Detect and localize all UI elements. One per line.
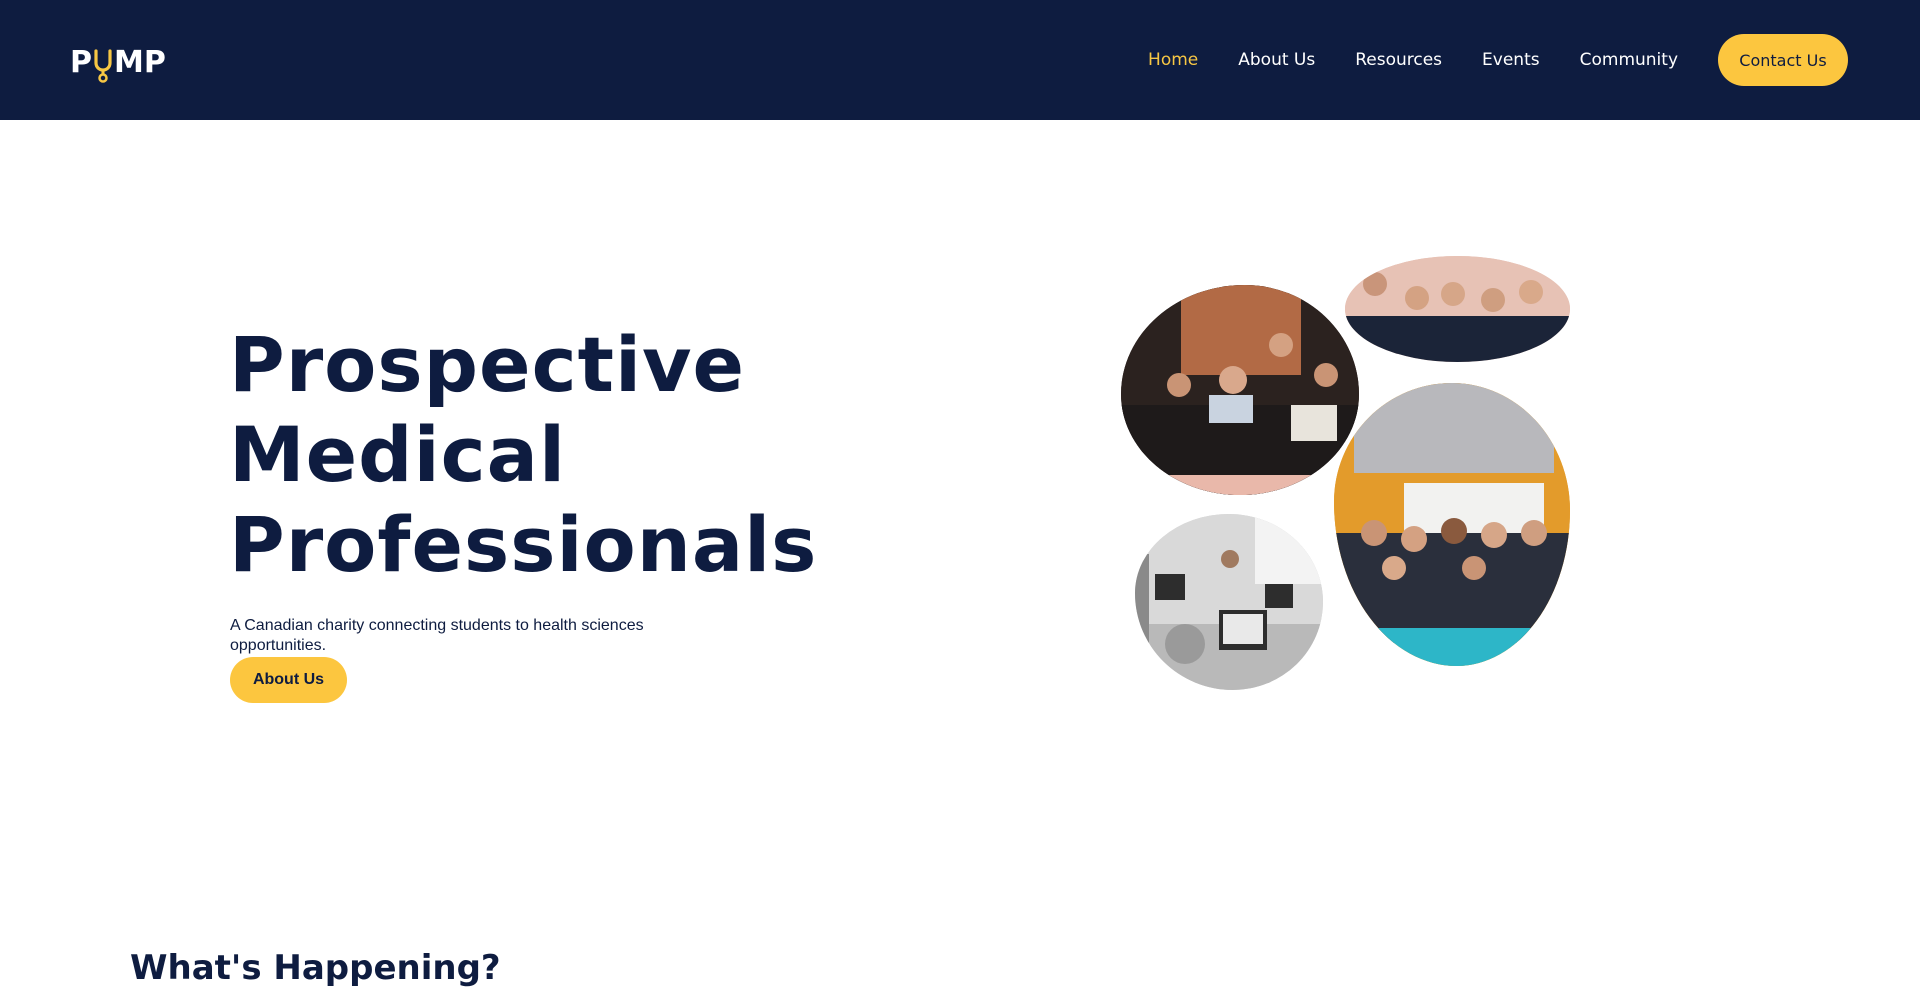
nav-community[interactable]: Community <box>1580 50 1678 70</box>
nav-about-us[interactable]: About Us <box>1238 50 1315 70</box>
photo-computer-lab <box>1135 514 1323 690</box>
site-header: P MP Home About Us Resources Events Comm… <box>0 0 1920 120</box>
photo-collage <box>1110 250 1580 700</box>
hero-title-line-1: Prospective <box>229 320 746 409</box>
section-heading: What's Happening? <box>130 948 501 988</box>
photo-booth-team <box>1121 285 1359 495</box>
photo-event-balloons <box>1334 383 1570 666</box>
logo-text-mp: MP <box>114 44 166 80</box>
hero-title-line-2: Medical <box>229 410 567 499</box>
hero-title-line-3: Professionals <box>229 500 818 589</box>
stethoscope-icon <box>92 47 114 83</box>
pump-logo[interactable]: P MP <box>70 40 166 84</box>
hero-subtitle: A Canadian charity connecting students t… <box>230 617 644 654</box>
nav-home[interactable]: Home <box>1148 50 1198 70</box>
hero-title: Prospective Medical Professionals <box>229 320 817 590</box>
nav-events[interactable]: Events <box>1482 50 1540 70</box>
contact-us-button[interactable]: Contact Us <box>1718 34 1848 86</box>
main-nav: Home About Us Resources Events Community… <box>1108 0 1848 120</box>
nav-resources[interactable]: Resources <box>1355 50 1442 70</box>
about-us-button[interactable]: About Us <box>230 657 347 703</box>
logo-text-p: P <box>70 44 92 80</box>
photo-group-selfie <box>1345 256 1570 362</box>
